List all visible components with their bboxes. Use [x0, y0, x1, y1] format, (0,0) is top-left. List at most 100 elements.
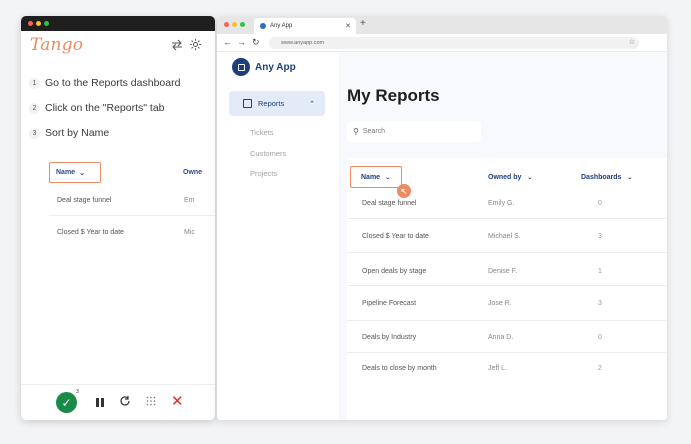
- tango-logo: Tango: [30, 35, 84, 55]
- row-owner: Anna D.: [488, 334, 514, 341]
- click-indicator-icon: ↖: [397, 184, 411, 198]
- column-header-dashboards[interactable]: Dashboards ⌄: [581, 174, 632, 181]
- row-owner: Michael S.: [488, 233, 521, 240]
- app-logo-text: Any App: [255, 61, 296, 73]
- app-logo: Any App: [232, 58, 296, 76]
- divider: [347, 252, 667, 253]
- step-number: 3: [29, 127, 40, 139]
- gear-icon[interactable]: [189, 38, 202, 51]
- window-maximize-dot[interactable]: [240, 22, 245, 27]
- row-dashboards: 2: [598, 365, 602, 372]
- page-title: My Reports: [347, 86, 440, 105]
- window-close-dot[interactable]: [28, 21, 33, 26]
- forward-icon[interactable]: →: [237, 37, 246, 47]
- row-name: Open deals by stage: [362, 268, 427, 275]
- search-placeholder: Search: [362, 128, 386, 135]
- column-header-label: Dashboards: [581, 174, 622, 181]
- search-input[interactable]: ⚲ Search: [347, 121, 481, 142]
- swap-icon[interactable]: [171, 39, 183, 51]
- step-count-badge: 3: [76, 389, 79, 395]
- divider: [347, 285, 667, 286]
- chevron-down-icon: ⌄: [627, 175, 633, 181]
- table-row[interactable]: Closed $ Year to date Michael S. 3: [347, 233, 667, 265]
- pause-icon[interactable]: [96, 398, 104, 407]
- sidebar-item-tickets[interactable]: Tickets: [250, 128, 273, 137]
- column-header-name[interactable]: Name ⌄: [350, 166, 402, 188]
- restart-icon[interactable]: [119, 395, 131, 407]
- sidebar-item-projects[interactable]: Projects: [250, 169, 277, 178]
- browser-tab[interactable]: Any App ✕: [254, 18, 356, 34]
- grid-icon[interactable]: [146, 396, 156, 406]
- bookmark-star-icon[interactable]: ☆: [629, 38, 635, 46]
- row-owner: Jose R.: [488, 300, 512, 307]
- tango-toolbar: ✓ 3 ✕: [21, 384, 215, 420]
- table-row[interactable]: Deal stage funnel Emily G. 0: [347, 200, 667, 232]
- tango-panel: Tango 1 Go to the Reports dashboard 2 Cl…: [21, 16, 215, 420]
- chevron-down-icon: ⌄: [527, 175, 533, 181]
- divider: [49, 215, 215, 216]
- chevron-up-icon: ⌃: [309, 100, 315, 108]
- reload-icon[interactable]: ↻: [252, 37, 260, 48]
- browser-tabbar: Any App ✕ +: [217, 16, 667, 34]
- step-item[interactable]: 2 Click on the "Reports" tab: [29, 100, 180, 116]
- window-close-dot[interactable]: [224, 22, 229, 27]
- table-row[interactable]: Open deals by stage Denise F. 1: [347, 268, 667, 300]
- app-logo-icon: [232, 58, 250, 76]
- preview-row-owner: Em: [184, 197, 195, 204]
- preview-row-name: Deal stage funnel: [57, 197, 112, 204]
- row-name: Pipeline Forecast: [362, 300, 417, 307]
- back-icon[interactable]: ←: [223, 37, 232, 47]
- preview-name-label: Name: [56, 169, 76, 176]
- column-header-label: Name: [361, 173, 381, 181]
- step-item[interactable]: 1 Go to the Reports dashboard: [29, 75, 180, 91]
- complete-button[interactable]: ✓: [56, 392, 77, 413]
- browser-window: Any App ✕ + ← → ↻ www.anyapp.com ☆ Any A…: [217, 16, 667, 420]
- row-owner: Emily G.: [488, 200, 515, 207]
- divider: [347, 320, 667, 321]
- divider: [347, 218, 667, 219]
- tab-title: Any App: [270, 23, 293, 29]
- tango-titlebar: [21, 16, 215, 31]
- favicon-icon: [260, 23, 266, 29]
- chevron-down-icon: ⌄: [385, 174, 391, 181]
- tab-close-icon[interactable]: ✕: [345, 22, 351, 30]
- url-input[interactable]: www.anyapp.com: [269, 37, 639, 49]
- tango-header: Tango: [21, 31, 215, 61]
- sidebar: Any App Reports ⌃ Tickets Customers Proj…: [217, 52, 339, 420]
- window-maximize-dot[interactable]: [44, 21, 49, 26]
- table-row[interactable]: Pipeline Forecast Jose R. 3: [347, 300, 667, 332]
- close-icon[interactable]: ✕: [171, 392, 184, 410]
- preview-row-name: Closed $ Year to date: [57, 229, 124, 236]
- column-header-owned-by[interactable]: Owned by ⌄: [488, 174, 532, 181]
- row-dashboards: 1: [598, 268, 602, 275]
- row-name: Deals by Industry: [362, 334, 417, 341]
- row-name: Closed $ Year to date: [362, 233, 429, 240]
- sidebar-item-label: Reports: [258, 99, 285, 108]
- step-item[interactable]: 3 Sort by Name: [29, 125, 180, 141]
- sidebar-item-reports[interactable]: Reports ⌃: [229, 91, 325, 116]
- reports-table: Name ⌄ Owned by ⌄ Dashboards ⌄ ↖ Deal st…: [347, 158, 667, 420]
- sidebar-item-customers[interactable]: Customers: [250, 149, 286, 158]
- main-panel: My Reports ⚲ Search Name ⌄ Owned by ⌄ Da…: [339, 52, 667, 420]
- window-minimize-dot[interactable]: [232, 22, 237, 27]
- preview-owned-header: Owne: [183, 169, 203, 176]
- new-tab-icon[interactable]: +: [360, 18, 366, 29]
- row-dashboards: 3: [598, 300, 602, 307]
- preview-name-header: Name ⌄: [49, 162, 101, 183]
- divider: [347, 352, 667, 353]
- row-dashboards: 0: [598, 334, 602, 341]
- app-content: Any App Reports ⌃ Tickets Customers Proj…: [217, 52, 667, 420]
- search-icon: ⚲: [353, 127, 359, 136]
- row-dashboards: 0: [598, 200, 602, 207]
- table-row[interactable]: Deals by Industry Anna D. 0: [347, 334, 667, 366]
- window-minimize-dot[interactable]: [36, 21, 41, 26]
- row-name: Deal stage funnel: [362, 200, 417, 207]
- column-header-label: Owned by: [488, 174, 522, 181]
- step-number: 2: [29, 102, 40, 114]
- step-text: Click on the "Reports" tab: [45, 102, 165, 114]
- chevron-down-icon: ⌄: [79, 169, 85, 177]
- table-row[interactable]: Deals to close by month Jeff L. 2: [347, 365, 667, 397]
- step-list: 1 Go to the Reports dashboard 2 Click on…: [29, 75, 180, 150]
- step-text: Go to the Reports dashboard: [45, 77, 181, 89]
- row-dashboards: 3: [598, 233, 602, 240]
